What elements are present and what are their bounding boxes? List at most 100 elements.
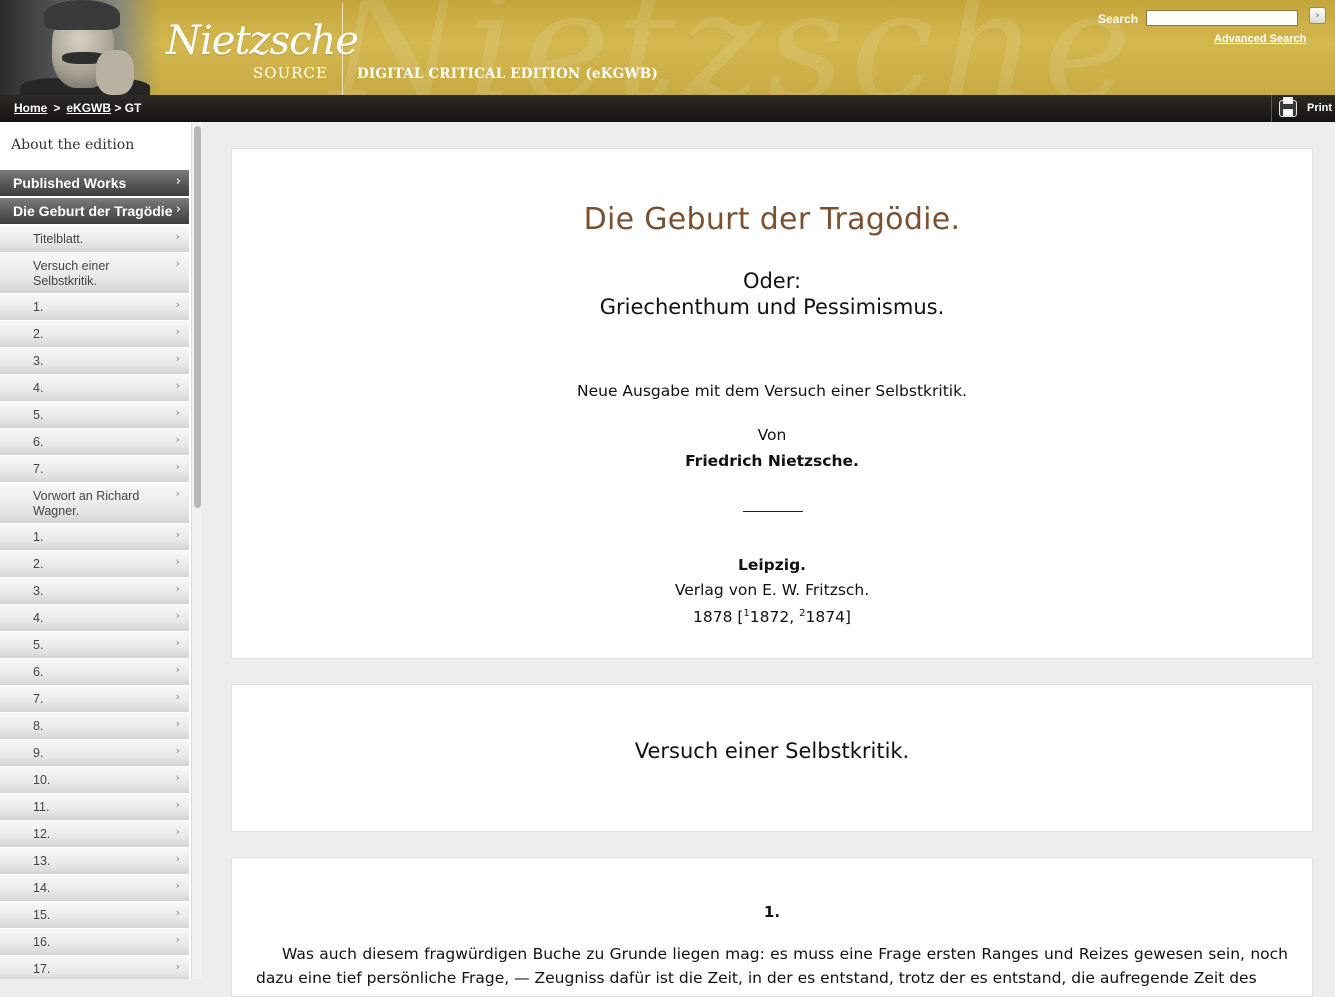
- sidebar-chapter-label: 14.: [33, 881, 51, 895]
- sidebar-chapter-item[interactable]: 8. ›: [0, 713, 189, 740]
- sidebar-chapter-label: 4.: [33, 611, 44, 625]
- sidebar-scrollbar-thumb[interactable]: [194, 126, 201, 508]
- sidebar-chapter-label: 3.: [33, 354, 44, 368]
- chevron-right-icon: ›: [175, 460, 180, 473]
- chevron-right-icon: ›: [175, 690, 180, 703]
- sidebar-item-current-work[interactable]: Die Geburt der Tragödie ›: [0, 198, 189, 225]
- sidebar-chapter-label: 11.: [33, 800, 50, 814]
- chevron-right-icon: ›: [175, 433, 180, 446]
- chevron-right-icon: ›: [175, 825, 180, 838]
- sidebar-item-published-works[interactable]: Published Works ›: [0, 170, 189, 197]
- chevron-right-icon: ›: [175, 174, 181, 189]
- sidebar-chapter-label: 1.: [33, 300, 44, 314]
- divider-rule: [743, 511, 803, 512]
- search-submit-button[interactable]: ›: [1309, 7, 1326, 24]
- sidebar-chapter-item[interactable]: 3. ›: [0, 348, 189, 375]
- title-page-panel: Die Geburt der Tragödie. Oder: Griechent…: [231, 148, 1313, 659]
- sidebar-chapter-label: 9.: [33, 746, 44, 760]
- sidebar-chapter-item[interactable]: 16. ›: [0, 929, 189, 956]
- chevron-right-icon: ›: [175, 257, 180, 270]
- sidebar-chapter-label: Titelblatt.: [33, 232, 84, 246]
- sidebar-chapter-item[interactable]: 12. ›: [0, 821, 189, 848]
- chevron-right-icon: ›: [175, 230, 180, 243]
- advanced-search-link[interactable]: Advanced Search: [1214, 33, 1306, 45]
- sidebar-chapter-label: 10.: [33, 773, 51, 787]
- subtitle-line-1: Oder:: [742, 269, 802, 293]
- chevron-right-icon: ›: [175, 325, 180, 338]
- sidebar-chapter-item[interactable]: 3. ›: [0, 578, 189, 605]
- sidebar-chapter-label: 5.: [33, 638, 44, 652]
- sidebar-chapter-item[interactable]: 1. ›: [0, 524, 189, 551]
- sidebar-chapter-item[interactable]: 7. ›: [0, 456, 189, 483]
- chevron-right-icon: ›: [175, 609, 180, 622]
- sidebar-chapter-label: 16.: [33, 935, 51, 949]
- sidebar-chapter-item[interactable]: 6. ›: [0, 429, 189, 456]
- section-title: Versuch einer Selbstkritik.: [634, 739, 910, 763]
- print-label[interactable]: Print: [1307, 102, 1332, 114]
- sidebar-chapter-item[interactable]: 1. ›: [0, 294, 189, 321]
- author-name: Friedrich Nietzsche.: [685, 452, 859, 470]
- chevron-right-icon: ›: [175, 582, 180, 595]
- chevron-right-icon: ›: [175, 487, 180, 500]
- chapter-panel: 1. Was auch diesem fragwürdigen Buche zu…: [231, 857, 1313, 997]
- publisher: Verlag von E. W. Fritzsch.: [674, 581, 870, 599]
- chapter-text: Was auch diesem fragwürdigen Buche zu Gr…: [256, 945, 1288, 987]
- chevron-right-icon: ›: [175, 352, 180, 365]
- chevron-right-icon: ›: [175, 406, 180, 419]
- chevron-right-icon: ›: [175, 852, 180, 865]
- sidebar-chapter-label: 7.: [33, 462, 44, 476]
- sidebar-chapter-item[interactable]: 4. ›: [0, 605, 189, 632]
- sidebar-chapter-item[interactable]: 5. ›: [0, 402, 189, 429]
- sidebar-chapter-item[interactable]: Vorwort an Richard Wagner. ›: [0, 483, 189, 524]
- by-line: Von: [757, 426, 787, 444]
- printer-icon[interactable]: [1279, 97, 1297, 117]
- breadcrumb: Home > eKGWB > GT: [14, 101, 141, 115]
- search-label: Search: [1098, 12, 1139, 26]
- chevron-right-icon: ›: [175, 717, 180, 730]
- sidebar-chapter-item[interactable]: Versuch einer Selbstkritik. ›: [0, 253, 189, 294]
- sidebar-scrollbar[interactable]: [191, 122, 202, 979]
- sidebar-chapter-item[interactable]: 10. ›: [0, 767, 189, 794]
- sidebar-chapter-item[interactable]: 4. ›: [0, 375, 189, 402]
- sidebar-chapter-label: 3.: [33, 584, 44, 598]
- chevron-right-icon: ›: [175, 798, 180, 811]
- chevron-right-icon: ›: [175, 202, 181, 217]
- chevron-right-icon: ›: [175, 744, 180, 757]
- sidebar-chapter-item[interactable]: 5. ›: [0, 632, 189, 659]
- sidebar: About the edition Published Works › Die …: [0, 122, 202, 979]
- sidebar-chapter-item[interactable]: 11. ›: [0, 794, 189, 821]
- breadcrumb-home-link[interactable]: Home: [14, 101, 47, 115]
- sidebar-chapter-label: 2.: [33, 327, 44, 341]
- about-edition-link[interactable]: About the edition: [11, 137, 134, 153]
- chevron-right-icon: ›: [175, 555, 180, 568]
- chevron-right-icon: ›: [175, 933, 180, 946]
- sidebar-chapter-item[interactable]: 7. ›: [0, 686, 189, 713]
- publication-place: Leipzig.: [737, 556, 807, 574]
- sidebar-chapter-item[interactable]: 13. ›: [0, 848, 189, 875]
- chevron-right-icon: ›: [175, 379, 180, 392]
- sidebar-chapter-item[interactable]: Titelblatt. ›: [0, 226, 189, 253]
- site-logo[interactable]: Nietzsche: [166, 18, 359, 64]
- sidebar-chapter-item[interactable]: 9. ›: [0, 740, 189, 767]
- print-button[interactable]: Print: [1271, 95, 1335, 122]
- chevron-right-icon: ›: [175, 771, 180, 784]
- search-input[interactable]: [1146, 10, 1298, 26]
- chevron-right-icon: ›: [175, 528, 180, 541]
- sidebar-chapter-item[interactable]: 2. ›: [0, 551, 189, 578]
- sidebar-chapter-label: 6.: [33, 665, 44, 679]
- sidebar-item-label: Published Works: [13, 175, 127, 191]
- breadcrumb-ekgwb-link[interactable]: eKGWB: [66, 101, 111, 115]
- sidebar-chapter-item[interactable]: 2. ›: [0, 321, 189, 348]
- sidebar-chapter-item[interactable]: 15. ›: [0, 902, 189, 929]
- site-logo-source[interactable]: SOURCE: [253, 64, 328, 82]
- sidebar-chapter-item[interactable]: 17. ›: [0, 956, 189, 979]
- sidebar-chapter-label: 4.: [33, 381, 44, 395]
- breadcrumb-current: > GT: [114, 101, 142, 115]
- sidebar-chapter-label: 1.: [33, 530, 44, 544]
- sidebar-chapter-item[interactable]: 14. ›: [0, 875, 189, 902]
- edition-title: DIGITAL CRITICAL EDITION (eKGWB): [357, 66, 658, 82]
- chevron-right-icon: ›: [175, 663, 180, 676]
- sidebar-item-label: Die Geburt der Tragödie: [13, 203, 173, 219]
- nietzsche-portrait-image: [0, 0, 160, 95]
- sidebar-chapter-item[interactable]: 6. ›: [0, 659, 189, 686]
